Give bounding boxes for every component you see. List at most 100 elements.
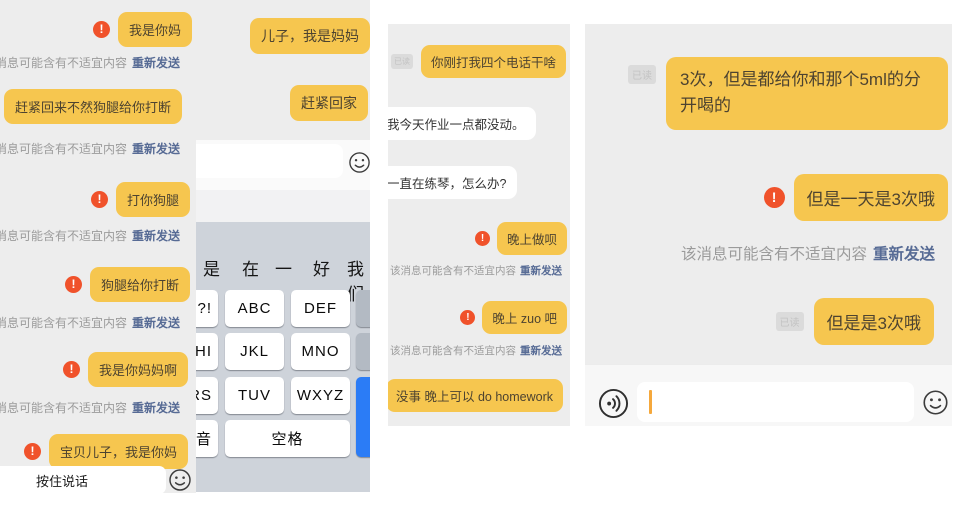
- key-symbols[interactable]: ?!: [195, 290, 218, 327]
- warning-row: 消息可能含有不适宜内容 重新发送: [0, 227, 180, 244]
- candidate-word[interactable]: 好: [313, 255, 330, 280]
- chat-screenshot-middle: 已读 你刚打我四个电话干啥 我今天作业一点都没动。 一直在练琴，怎么办? ! 晚…: [388, 24, 570, 426]
- warning-row: 消息可能含有不适宜内容 重新发送: [0, 140, 180, 157]
- chat-input-bar: [585, 364, 952, 426]
- sent-message-bubble[interactable]: 儿子，我是妈妈: [250, 18, 370, 54]
- received-message-bubble[interactable]: 一直在练琴，怎么办?: [388, 166, 517, 199]
- key-pinyin[interactable]: 音: [195, 420, 218, 457]
- warning-icon[interactable]: !: [63, 361, 80, 378]
- resend-link[interactable]: 重新发送: [132, 140, 180, 157]
- key-jkl[interactable]: JKL: [225, 333, 284, 370]
- message-row: 没事 晚上可以 do homework: [388, 379, 563, 412]
- key-tuv[interactable]: TUV: [225, 377, 284, 414]
- text-cursor: [649, 390, 652, 414]
- message-row: ! 我是你妈: [93, 12, 192, 47]
- resend-link[interactable]: 重新发送: [132, 227, 180, 244]
- emoji-smiley-icon[interactable]: [348, 151, 370, 174]
- message-row: ! 狗腿给你打断: [65, 267, 190, 302]
- sent-message-bubble[interactable]: 我是你妈: [118, 12, 192, 47]
- sent-message-bubble[interactable]: 晚上 zuo 吧: [482, 301, 567, 334]
- key-def[interactable]: DEF: [291, 290, 350, 327]
- read-receipt-badge: 已读: [776, 312, 804, 331]
- keyboard-grey-key[interactable]: [356, 333, 370, 370]
- send-key[interactable]: [356, 377, 370, 457]
- delete-key[interactable]: [356, 290, 370, 327]
- message-row: ! 但是一天是3次哦: [764, 174, 948, 221]
- resend-link[interactable]: 重新发送: [520, 343, 562, 358]
- message-input[interactable]: [195, 144, 343, 178]
- key-wxyz[interactable]: WXYZ: [291, 377, 350, 414]
- message-row: ! 宝贝儿子，我是你妈: [24, 434, 188, 469]
- message-row: 赶紧回家: [290, 85, 368, 121]
- sent-message-bubble[interactable]: 3次，但是都给你和那个5ml的分开喝的: [666, 57, 948, 130]
- received-message-bubble[interactable]: 我今天作业一点都没动。: [388, 107, 536, 140]
- warning-icon[interactable]: !: [24, 443, 41, 460]
- warning-icon[interactable]: !: [475, 231, 490, 246]
- warning-text: 消息可能含有不适宜内容: [0, 54, 127, 71]
- sent-message-bubble[interactable]: 没事 晚上可以 do homework: [388, 379, 563, 412]
- message-row: 已读 但是是3次哦: [776, 298, 934, 345]
- sent-message-bubble[interactable]: 晚上做呗: [497, 222, 567, 255]
- warning-icon[interactable]: !: [65, 276, 82, 293]
- sent-message-bubble[interactable]: 赶紧回家: [290, 85, 368, 121]
- message-row: 已读 你刚打我四个电话干啥: [391, 45, 566, 78]
- warning-icon[interactable]: !: [93, 21, 110, 38]
- sent-message-bubble[interactable]: 打你狗腿: [116, 182, 190, 217]
- message-input[interactable]: [637, 382, 914, 422]
- hold-to-talk-button[interactable]: 按住说话: [0, 466, 166, 493]
- sent-message-bubble[interactable]: 我是你妈妈啊: [88, 352, 188, 387]
- space-key[interactable]: 空格: [225, 420, 350, 457]
- resend-link[interactable]: 重新发送: [132, 54, 180, 71]
- warning-row: 该消息可能含有不适宜内容 重新发送: [390, 343, 562, 358]
- key-abc[interactable]: ABC: [225, 290, 284, 327]
- warning-row: 消息可能含有不适宜内容 重新发送: [0, 54, 180, 71]
- sent-message-bubble[interactable]: 你刚打我四个电话干啥: [421, 45, 566, 78]
- voice-input-icon[interactable]: [598, 388, 629, 419]
- key-ghi[interactable]: HI: [195, 333, 218, 370]
- warning-text: 消息可能含有不适宜内容: [0, 140, 127, 157]
- message-row: 已读 3次，但是都给你和那个5ml的分开喝的: [628, 57, 948, 130]
- keyboard-toolbar: [195, 190, 370, 222]
- resend-link[interactable]: 重新发送: [873, 242, 935, 264]
- message-row: ! 打你狗腿: [91, 182, 190, 217]
- warning-icon[interactable]: !: [460, 310, 475, 325]
- warning-row: 消息可能含有不适宜内容 重新发送: [0, 314, 180, 331]
- candidate-word[interactable]: 一: [275, 255, 292, 280]
- hold-to-talk-label: 按住说话: [36, 471, 88, 490]
- sent-message-bubble[interactable]: 但是是3次哦: [814, 298, 934, 345]
- read-receipt-badge: 已读: [391, 54, 413, 69]
- warning-text: 消息可能含有不适宜内容: [0, 314, 127, 331]
- emoji-smiley-icon[interactable]: [922, 389, 949, 416]
- resend-link[interactable]: 重新发送: [132, 399, 180, 416]
- chat-input-bar: [195, 140, 370, 190]
- chat-screenshot-left-front: ! 我是你妈 消息可能含有不适宜内容 重新发送 ! 赶紧回来不然狗腿给你打断 消…: [0, 0, 196, 493]
- emoji-smiley-icon[interactable]: [168, 468, 192, 492]
- read-receipt-badge: 已读: [628, 65, 656, 84]
- sent-message-bubble[interactable]: 赶紧回来不然狗腿给你打断: [4, 89, 182, 124]
- message-row: ! 赶紧回来不然狗腿给你打断: [0, 89, 182, 124]
- warning-icon[interactable]: !: [764, 187, 785, 208]
- chat-screenshot-right: 已读 3次，但是都给你和那个5ml的分开喝的 ! 但是一天是3次哦 该消息可能含…: [585, 24, 952, 426]
- message-row: ! 我是你妈妈啊: [63, 352, 188, 387]
- warning-text: 消息可能含有不适宜内容: [0, 227, 127, 244]
- message-row: 儿子，我是妈妈: [250, 18, 370, 54]
- warning-text: 消息可能含有不适宜内容: [0, 399, 127, 416]
- sent-message-bubble[interactable]: 宝贝儿子，我是你妈: [49, 434, 188, 469]
- candidate-word[interactable]: 是: [203, 255, 220, 280]
- sent-message-bubble[interactable]: 狗腿给你打断: [90, 267, 190, 302]
- message-row: ! 晚上 zuo 吧: [460, 301, 567, 334]
- warning-row: 消息可能含有不适宜内容 重新发送: [0, 399, 180, 416]
- chat-screenshot-left-back: 儿子，我是妈妈 赶紧回家 是 在 一 好 我们 ?! ABC DEF HI JK…: [195, 0, 370, 492]
- resend-link[interactable]: 重新发送: [132, 314, 180, 331]
- message-row: ! 晚上做呗: [475, 222, 567, 255]
- sent-message-bubble[interactable]: 但是一天是3次哦: [794, 174, 948, 221]
- warning-icon[interactable]: !: [91, 191, 108, 208]
- key-mno[interactable]: MNO: [291, 333, 350, 370]
- key-pqrs[interactable]: RS: [195, 377, 218, 414]
- warning-row: 该消息可能含有不适宜内容 重新发送: [390, 263, 562, 278]
- warning-text: 该消息可能含有不适宜内容: [390, 263, 516, 278]
- warning-text: 该消息可能含有不适宜内容: [681, 242, 867, 264]
- warning-text: 该消息可能含有不适宜内容: [390, 343, 516, 358]
- candidate-word[interactable]: 在: [242, 255, 259, 280]
- resend-link[interactable]: 重新发送: [520, 263, 562, 278]
